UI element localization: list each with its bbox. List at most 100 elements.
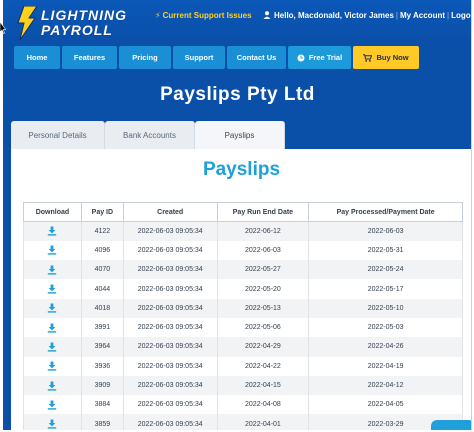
- created-cell: 2022-06-03 09:05:34: [122, 298, 218, 318]
- pay-id-cell: 4096: [80, 240, 124, 261]
- col-header-pay-run-end-date: Pay Run End Date: [216, 202, 310, 222]
- tab-personal-details[interactable]: Personal Details: [11, 121, 105, 149]
- pay-id-cell: 3884: [80, 395, 124, 415]
- payment-date-cell: 2022-05-31: [308, 240, 463, 261]
- created-cell: 2022-06-03 09:05:34: [122, 414, 218, 430]
- pay-id-cell: 3936: [80, 356, 124, 376]
- panel-title: Payslips: [202, 159, 281, 180]
- download-cell[interactable]: [23, 240, 82, 261]
- download-cell[interactable]: [23, 414, 82, 430]
- col-header-download: Download: [23, 202, 82, 222]
- pay-run-end-date-cell: 2022-04-08: [216, 395, 310, 415]
- pay-run-end-date-cell: 2022-05-13: [216, 298, 310, 318]
- created-cell: 2022-06-03 09:05:34: [122, 279, 218, 299]
- site-header: LIGHTNING PAYROLL ⚡ Current Support Issue…: [3, 0, 471, 44]
- nav-contact-us[interactable]: Contact Us: [227, 46, 286, 69]
- created-cell: 2022-06-03 09:05:34: [122, 395, 218, 415]
- download-icon[interactable]: [47, 342, 57, 352]
- pay-id-cell: 4018: [80, 298, 124, 318]
- nav-features[interactable]: Features: [62, 46, 117, 69]
- free-trial-label: Free Trial: [308, 53, 343, 62]
- mouse-cursor-icon: [0, 22, 6, 34]
- col-header-pay-id: Pay ID: [80, 202, 124, 222]
- lightning-bolt-icon: ⚡: [155, 11, 161, 20]
- pay-run-end-date-cell: 2022-04-29: [216, 337, 310, 357]
- created-cell: 2022-06-03 09:05:34: [122, 221, 218, 241]
- pay-run-end-date-cell: 2022-05-27: [216, 260, 310, 280]
- separator: |: [447, 11, 450, 20]
- download-icon[interactable]: [47, 284, 57, 294]
- download-icon[interactable]: [47, 381, 57, 391]
- pay-run-end-date-cell: 2022-04-22: [216, 356, 310, 376]
- payment-date-cell: 2022-06-03: [308, 221, 463, 241]
- nav-buy-now[interactable]: Buy Now: [353, 46, 419, 69]
- download-cell[interactable]: [23, 395, 82, 415]
- page-title: Payslips Pty Ltd: [160, 84, 315, 105]
- logout-link[interactable]: Logout: [451, 11, 471, 20]
- payment-date-cell: 2022-04-19: [308, 356, 463, 376]
- payment-date-cell: 2022-05-17: [308, 279, 463, 299]
- created-cell: 2022-06-03 09:05:34: [122, 375, 218, 396]
- download-icon[interactable]: [47, 400, 57, 410]
- download-cell[interactable]: [23, 375, 82, 396]
- download-cell[interactable]: [23, 221, 82, 241]
- download-cell[interactable]: [23, 260, 82, 280]
- download-icon[interactable]: [47, 303, 57, 313]
- pay-id-cell: 3909: [80, 375, 124, 396]
- support-issues-label: Current Support Issues: [162, 11, 252, 20]
- main-nav: Home Features Pricing Support Contact Us…: [14, 46, 444, 69]
- pay-id-cell: 4122: [80, 221, 124, 241]
- tab-bar: Personal Details Bank Accounts Payslips: [11, 121, 285, 149]
- table-header-row: Download Pay ID Created Pay Run End Date…: [23, 202, 463, 222]
- my-account-link[interactable]: My Account: [400, 11, 445, 20]
- table-row: 4070 2022-06-03 09:05:34 2022-05-27 2022-05…: [23, 260, 463, 280]
- pay-run-end-date-cell: 2022-06-03: [216, 240, 310, 261]
- chat-widget-button[interactable]: [431, 420, 471, 430]
- download-icon[interactable]: [47, 265, 57, 275]
- table-row: 3909 2022-06-03 09:05:34 2022-04-15 2022-04…: [23, 375, 463, 396]
- pay-id-cell: 3859: [80, 414, 124, 430]
- payment-date-cell: 2022-04-12: [308, 375, 463, 396]
- created-cell: 2022-06-03 09:05:34: [122, 240, 218, 261]
- pay-run-end-date-cell: 2022-04-15: [216, 375, 310, 396]
- pay-run-end-date-cell: 2022-04-01: [216, 414, 310, 430]
- download-cell[interactable]: [23, 279, 82, 299]
- download-icon[interactable]: [47, 361, 57, 371]
- nav-free-trial[interactable]: Free Trial: [288, 46, 351, 69]
- download-cell[interactable]: [23, 356, 82, 376]
- tab-bank-accounts[interactable]: Bank Accounts: [105, 121, 195, 149]
- pay-id-cell: 3964: [80, 337, 124, 357]
- table-row: 3884 2022-06-03 09:05:34 2022-04-08 2022-04…: [23, 395, 463, 415]
- created-cell: 2022-06-03 09:05:34: [122, 356, 218, 376]
- table-row: 3859 2022-06-03 09:05:34 2022-04-01 2022-03…: [23, 414, 463, 430]
- pay-id-cell: 3991: [80, 317, 124, 338]
- nav-pricing[interactable]: Pricing: [119, 46, 171, 69]
- created-cell: 2022-06-03 09:05:34: [122, 260, 218, 280]
- table-row: 4096 2022-06-03 09:05:34 2022-06-03 2022-05…: [23, 240, 463, 261]
- support-issues-link[interactable]: ⚡ Current Support Issues: [155, 11, 252, 20]
- download-icon[interactable]: [47, 226, 57, 236]
- user-menu: Hello, Macdonald, Victor James | My Accoun…: [263, 11, 471, 20]
- download-cell[interactable]: [23, 298, 82, 318]
- download-icon[interactable]: [47, 323, 57, 333]
- download-cell[interactable]: [23, 337, 82, 357]
- created-cell: 2022-06-03 09:05:34: [122, 317, 218, 338]
- table-row: 4044 2022-06-03 09:05:34 2022-05-20 2022-05…: [23, 279, 463, 299]
- separator: |: [395, 11, 398, 20]
- tab-payslips[interactable]: Payslips: [195, 121, 285, 149]
- logo-text-line1[interactable]: LIGHTNING: [41, 8, 127, 22]
- logo-text-line2[interactable]: PAYROLL: [41, 23, 113, 37]
- download-cell[interactable]: [23, 317, 82, 338]
- pay-id-cell: 4070: [80, 260, 124, 280]
- user-greeting: Hello, Macdonald, Victor James: [274, 11, 394, 20]
- nav-home[interactable]: Home: [14, 46, 60, 69]
- payment-date-cell: 2022-05-03: [308, 317, 463, 338]
- buy-now-label: Buy Now: [376, 53, 409, 62]
- payment-date-cell: 2022-05-10: [308, 298, 463, 318]
- download-icon[interactable]: [47, 245, 57, 256]
- table-row: 4018 2022-06-03 09:05:34 2022-05-13 2022-05…: [23, 298, 463, 318]
- download-icon[interactable]: [47, 419, 57, 429]
- nav-support[interactable]: Support: [173, 46, 225, 69]
- table-row: 3936 2022-06-03 09:05:34 2022-04-22 2022-04…: [23, 356, 463, 376]
- col-header-payment-date: Pay Processed/Payment Date: [308, 202, 463, 222]
